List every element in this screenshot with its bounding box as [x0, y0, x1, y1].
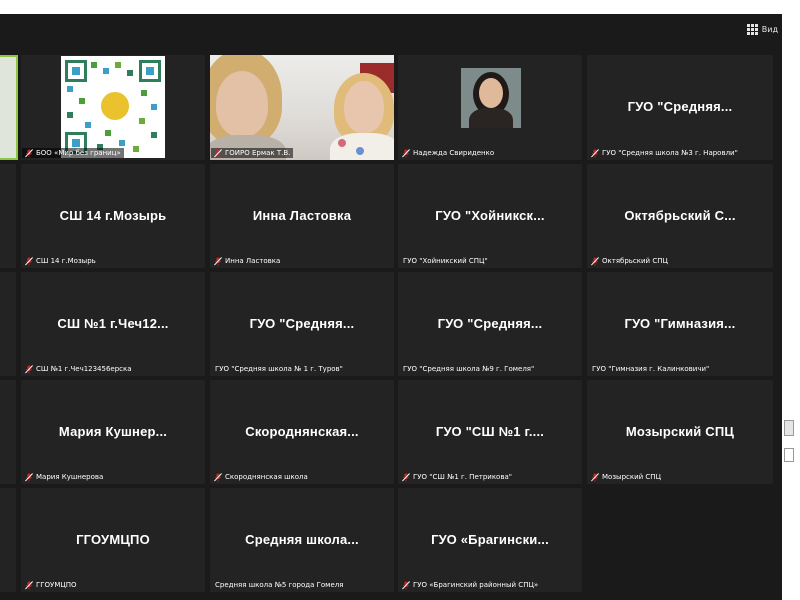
participant-caption: ГУО "Гимназия г. Калинковичи"	[592, 365, 710, 373]
participant-caption: Инна Ластовка	[211, 256, 283, 266]
participant-caption: ГГОУМЦПО	[22, 580, 80, 590]
qr-code-image	[61, 56, 165, 158]
participant-video-tile[interactable]: ГОИРО Ермак Т.В.	[210, 55, 394, 160]
participant-name: ГУО "Гимназия...	[624, 315, 736, 331]
participant-tile[interactable]: ГУО "Средняя... ГУО "Средняя школа № 1 г…	[210, 272, 394, 376]
participant-tile-edge[interactable]	[0, 380, 16, 484]
muted-mic-icon	[214, 148, 222, 157]
participant-tile[interactable]: ГУО "Средняя... ГУО "Средняя школа №9 г.…	[398, 272, 582, 376]
participant-name: ГУО «Брагински...	[431, 531, 549, 547]
muted-mic-icon	[402, 148, 410, 157]
participant-caption: Октябрьский СПЦ	[588, 256, 671, 266]
participant-caption: Скороднянская школа	[211, 472, 311, 482]
side-panel-edge	[784, 540, 792, 580]
participant-name: ГУО "СШ №1 г....	[435, 423, 545, 439]
participant-name: Октябрьский С...	[624, 207, 736, 223]
participant-name: Инна Ластовка	[252, 207, 352, 223]
muted-mic-icon	[402, 472, 410, 481]
participant-tile[interactable]: ГУО "Гимназия... ГУО "Гимназия г. Калинк…	[587, 272, 773, 376]
participant-caption: Мария Кушнерова	[22, 472, 106, 482]
avatar	[461, 68, 521, 128]
participant-name: СШ №1 г.Чеч12...	[57, 315, 169, 331]
participant-caption: ГУО "Средняя школа №3 г. Наровли"	[588, 148, 741, 158]
participant-caption: Надежда Свириденко	[399, 148, 497, 158]
muted-mic-icon	[402, 580, 410, 589]
participant-caption: СШ 14 г.Мозырь	[22, 256, 99, 266]
participant-name: Мария Кушнер...	[58, 423, 168, 439]
participant-caption: Мозырский СПЦ	[588, 472, 664, 482]
participant-tile[interactable]: ГУО "СШ №1 г.... ГУО "СШ №1 г. Петрикова…	[398, 380, 582, 484]
participant-tile[interactable]: СШ №1 г.Чеч12... СШ №1 г.Чеч123456ерска	[21, 272, 205, 376]
participant-name: ГГОУМЦПО	[76, 531, 150, 547]
side-panel-edge	[784, 448, 794, 462]
participant-tile[interactable]: СШ 14 г.Мозырь СШ 14 г.Мозырь	[21, 164, 205, 268]
participant-name: Мозырский СПЦ	[625, 423, 735, 439]
participant-tile[interactable]: ГУО "Средняя... ГУО "Средняя школа №3 г.…	[587, 55, 773, 160]
view-button-label: Вид	[761, 24, 778, 34]
participant-tile-edge[interactable]	[0, 272, 16, 376]
participant-caption: ГУО "Средняя школа № 1 г. Туров"	[215, 365, 343, 373]
muted-mic-icon	[214, 472, 222, 481]
muted-mic-icon	[591, 256, 599, 265]
participant-caption: ГУО "СШ №1 г. Петрикова"	[399, 472, 515, 482]
participant-tile[interactable]: Надежда Свириденко	[398, 55, 582, 160]
muted-mic-icon	[591, 148, 599, 157]
participant-caption: ГУО "Хойникский СПЦ"	[403, 257, 488, 265]
participant-tile[interactable]: Мария Кушнер... Мария Кушнерова	[21, 380, 205, 484]
participant-tile[interactable]: БОО «Мир без границ»	[21, 55, 205, 160]
participant-name: СШ 14 г.Мозырь	[59, 207, 167, 223]
participant-tile[interactable]: ГУО «Брагински... ГУО «Брагинский районн…	[398, 488, 582, 592]
muted-mic-icon	[25, 580, 33, 589]
video-feed	[210, 55, 394, 160]
participant-tile[interactable]: Скороднянская... Скороднянская школа	[210, 380, 394, 484]
grid-icon	[746, 23, 758, 35]
participant-name: Скороднянская...	[245, 423, 359, 439]
participant-caption: СШ №1 г.Чеч123456ерска	[22, 364, 135, 374]
participant-name: ГУО "Средняя...	[437, 315, 543, 331]
participant-name: ГУО "Средняя...	[249, 315, 355, 331]
participant-name: ГУО "Хойникск...	[435, 207, 545, 223]
side-panel-edge	[784, 420, 794, 436]
gallery-window: Вид БОО «Мир без границ» ГОИРО Ермак Т.В…	[0, 14, 782, 600]
participant-tile[interactable]: ГУО "Хойникск... ГУО "Хойникский СПЦ"	[398, 164, 582, 268]
participant-tile[interactable]: Инна Ластовка Инна Ластовка	[210, 164, 394, 268]
muted-mic-icon	[25, 256, 33, 265]
muted-mic-icon	[214, 256, 222, 265]
participant-tile[interactable]: Средняя школа... Средняя школа №5 города…	[210, 488, 394, 592]
participant-tile[interactable]: Мозырский СПЦ Мозырский СПЦ	[587, 380, 773, 484]
muted-mic-icon	[591, 472, 599, 481]
view-button[interactable]: Вид	[746, 22, 778, 36]
participant-tile[interactable]: Октябрьский С... Октябрьский СПЦ	[587, 164, 773, 268]
muted-mic-icon	[25, 472, 33, 481]
muted-mic-icon	[25, 148, 33, 157]
participant-caption: ГУО "Средняя школа №9 г. Гомеля"	[403, 365, 535, 373]
participant-name: ГУО "Средняя...	[627, 99, 733, 115]
muted-mic-icon	[25, 364, 33, 373]
participant-tile-edge[interactable]	[0, 164, 16, 268]
participant-tile-edge[interactable]	[0, 55, 18, 160]
participant-caption: Средняя школа №5 города Гомеля	[215, 581, 344, 589]
participant-tile[interactable]: ГГОУМЦПО ГГОУМЦПО	[21, 488, 205, 592]
participant-name: Средняя школа...	[245, 531, 359, 547]
logo-icon	[99, 90, 131, 122]
participant-tile-edge[interactable]	[0, 488, 16, 592]
participant-caption: ГУО «Брагинский районный СПЦ»	[399, 580, 541, 590]
participant-caption: БОО «Мир без границ»	[22, 148, 124, 158]
participant-caption: ГОИРО Ермак Т.В.	[211, 148, 294, 158]
